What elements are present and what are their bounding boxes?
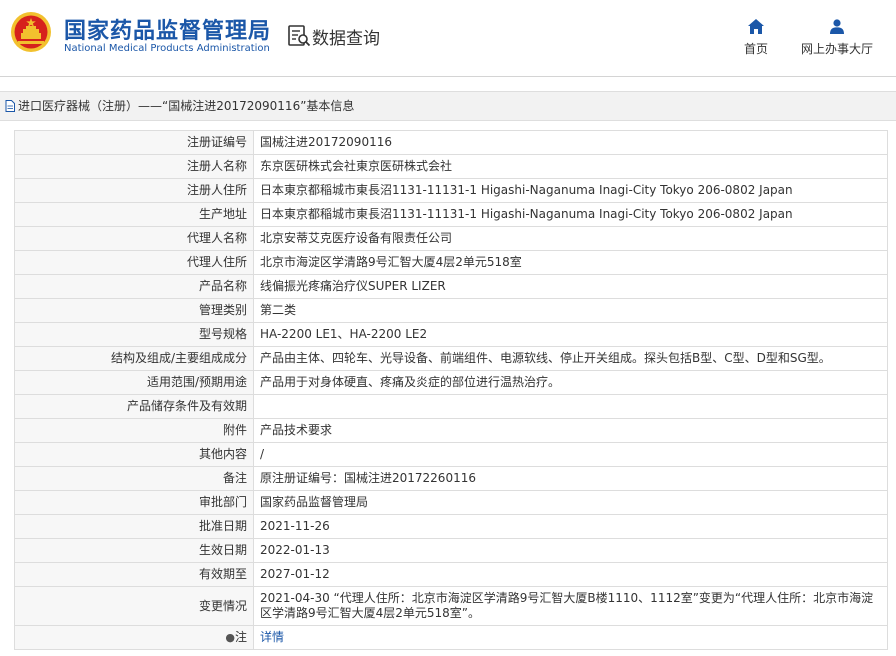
- field-value: 日本東京都稲城市東長沼1131-11131-1 Higashi-Naganuma…: [253, 202, 888, 227]
- nav-service-hall-link[interactable]: 网上办事大厅: [798, 19, 876, 57]
- field-label: 代理人住所: [14, 250, 254, 275]
- field-value: 产品技术要求: [253, 418, 888, 443]
- nav-service-hall-label: 网上办事大厅: [800, 42, 873, 56]
- field-label: 产品储存条件及有效期: [14, 394, 254, 419]
- field-value: 国械注进20172090116: [253, 130, 888, 155]
- table-row: 注册证编号 国械注进20172090116: [14, 130, 888, 155]
- table-row: 变更情况 2021-04-30 “代理人住所：北京市海淀区学清路9号汇智大厦B楼1…: [14, 586, 888, 626]
- field-label: 批准日期: [14, 514, 254, 539]
- field-value: /: [253, 442, 888, 467]
- table-row: 附件 产品技术要求: [14, 418, 888, 443]
- field-value: 2022-01-13: [253, 538, 888, 563]
- document-icon: [5, 100, 15, 112]
- registration-info-table: 注册证编号 国械注进20172090116 注册人名称 东京医研株式会社東京医研株式…: [14, 130, 888, 650]
- table-row: 备注 原注册证编号：国械注进20172260116: [14, 466, 888, 491]
- field-label: 生产地址: [14, 202, 254, 227]
- field-label: 附件: [14, 418, 254, 443]
- field-value: 产品用于对身体硬直、疼痛及炎症的部位进行温热治疗。: [253, 370, 888, 395]
- field-label: 有效期至: [14, 562, 254, 587]
- field-label: 注册证编号: [14, 130, 254, 155]
- site-header: 国家药品监督管理局 National Medical Products Admi…: [0, 0, 896, 77]
- table-row: 产品名称 线偏振光疼痛治疗仪SUPER LIZER: [14, 274, 888, 299]
- nav-home-label: 首页: [743, 42, 768, 56]
- table-row: 其他内容 /: [14, 442, 888, 467]
- org-name-cn: 国家药品监督管理局: [64, 19, 272, 44]
- table-row: 注册人名称 东京医研株式会社東京医研株式会社: [14, 154, 888, 179]
- breadcrumb: 进口医疗器械（注册）——“国械注进20172090116”基本信息: [0, 91, 896, 121]
- table-row: 批准日期 2021-11-26: [14, 514, 888, 539]
- field-label: 适用范围/预期用途: [14, 370, 254, 395]
- table-row: 代理人住所 北京市海淀区学清路9号汇智大厦4层2单元518室: [14, 250, 888, 275]
- table-row: 产品储存条件及有效期: [14, 394, 888, 419]
- field-label: 变更情况: [14, 586, 254, 626]
- table-row: 生产地址 日本東京都稲城市東長沼1131-11131-1 Higashi-Naga…: [14, 202, 888, 227]
- field-label: 注册人住所: [14, 178, 254, 203]
- field-label: 其他内容: [14, 442, 254, 467]
- note-label-cell: ●注: [14, 625, 254, 650]
- field-label: 代理人名称: [14, 226, 254, 251]
- field-value: [253, 394, 888, 419]
- user-icon: [830, 19, 844, 34]
- field-value: 原注册证编号：国械注进20172260116: [253, 466, 888, 491]
- home-icon: [748, 19, 764, 34]
- field-value: 日本東京都稲城市東長沼1131-11131-1 Higashi-Naganuma…: [253, 178, 888, 203]
- field-value: 产品由主体、四轮车、光导设备、前端组件、电源软线、停止开关组成。探头包括B型、C…: [253, 346, 888, 371]
- note-value-cell: 详情: [253, 625, 888, 650]
- table-row: 适用范围/预期用途 产品用于对身体硬直、疼痛及炎症的部位进行温热治疗。: [14, 370, 888, 395]
- table-row-note: ●注 详情: [14, 625, 888, 650]
- table-row: 注册人住所 日本東京都稲城市東長沼1131-11131-1 Higashi-Nag…: [14, 178, 888, 203]
- table-row: 型号规格 HA-2200 LE1、HA-2200 LE2: [14, 322, 888, 347]
- field-value: 国家药品监督管理局: [253, 490, 888, 515]
- field-value: 东京医研株式会社東京医研株式会社: [253, 154, 888, 179]
- note-label: 注: [234, 630, 247, 644]
- national-emblem-icon: [11, 12, 51, 52]
- field-label: 管理类别: [14, 298, 254, 323]
- nav-home-link[interactable]: 首页: [740, 19, 772, 57]
- details-link[interactable]: 详情: [260, 630, 284, 644]
- data-query-icon: [288, 25, 311, 47]
- org-name-en: National Medical Products Administration: [64, 43, 270, 54]
- table-row: 生效日期 2022-01-13: [14, 538, 888, 563]
- table-row: 管理类别 第二类: [14, 298, 888, 323]
- table-row: 结构及组成/主要组成成分 产品由主体、四轮车、光导设备、前端组件、电源软线、停止开…: [14, 346, 888, 371]
- field-value: 2021-04-30 “代理人住所：北京市海淀区学清路9号汇智大厦B楼1110、…: [253, 586, 888, 626]
- field-label: 备注: [14, 466, 254, 491]
- field-label: 结构及组成/主要组成成分: [14, 346, 254, 371]
- field-label: 审批部门: [14, 490, 254, 515]
- field-value: 线偏振光疼痛治疗仪SUPER LIZER: [253, 274, 888, 299]
- field-label: 产品名称: [14, 274, 254, 299]
- breadcrumb-text: 进口医疗器械（注册）——“国械注进20172090116”基本信息: [18, 99, 355, 113]
- field-value: 第二类: [253, 298, 888, 323]
- table-row: 有效期至 2027-01-12: [14, 562, 888, 587]
- pin-icon: ●: [225, 631, 235, 644]
- field-value: 北京市海淀区学清路9号汇智大厦4层2单元518室: [253, 250, 888, 275]
- field-value: 2021-11-26: [253, 514, 888, 539]
- field-value: 北京安蒂艾克医疗设备有限责任公司: [253, 226, 888, 251]
- field-value: 2027-01-12: [253, 562, 888, 587]
- field-label: 型号规格: [14, 322, 254, 347]
- table-row: 审批部门 国家药品监督管理局: [14, 490, 888, 515]
- field-value: HA-2200 LE1、HA-2200 LE2: [253, 322, 888, 347]
- table-row: 代理人名称 北京安蒂艾克医疗设备有限责任公司: [14, 226, 888, 251]
- field-label: 注册人名称: [14, 154, 254, 179]
- section-title: 数据查询: [312, 29, 380, 49]
- field-label: 生效日期: [14, 538, 254, 563]
